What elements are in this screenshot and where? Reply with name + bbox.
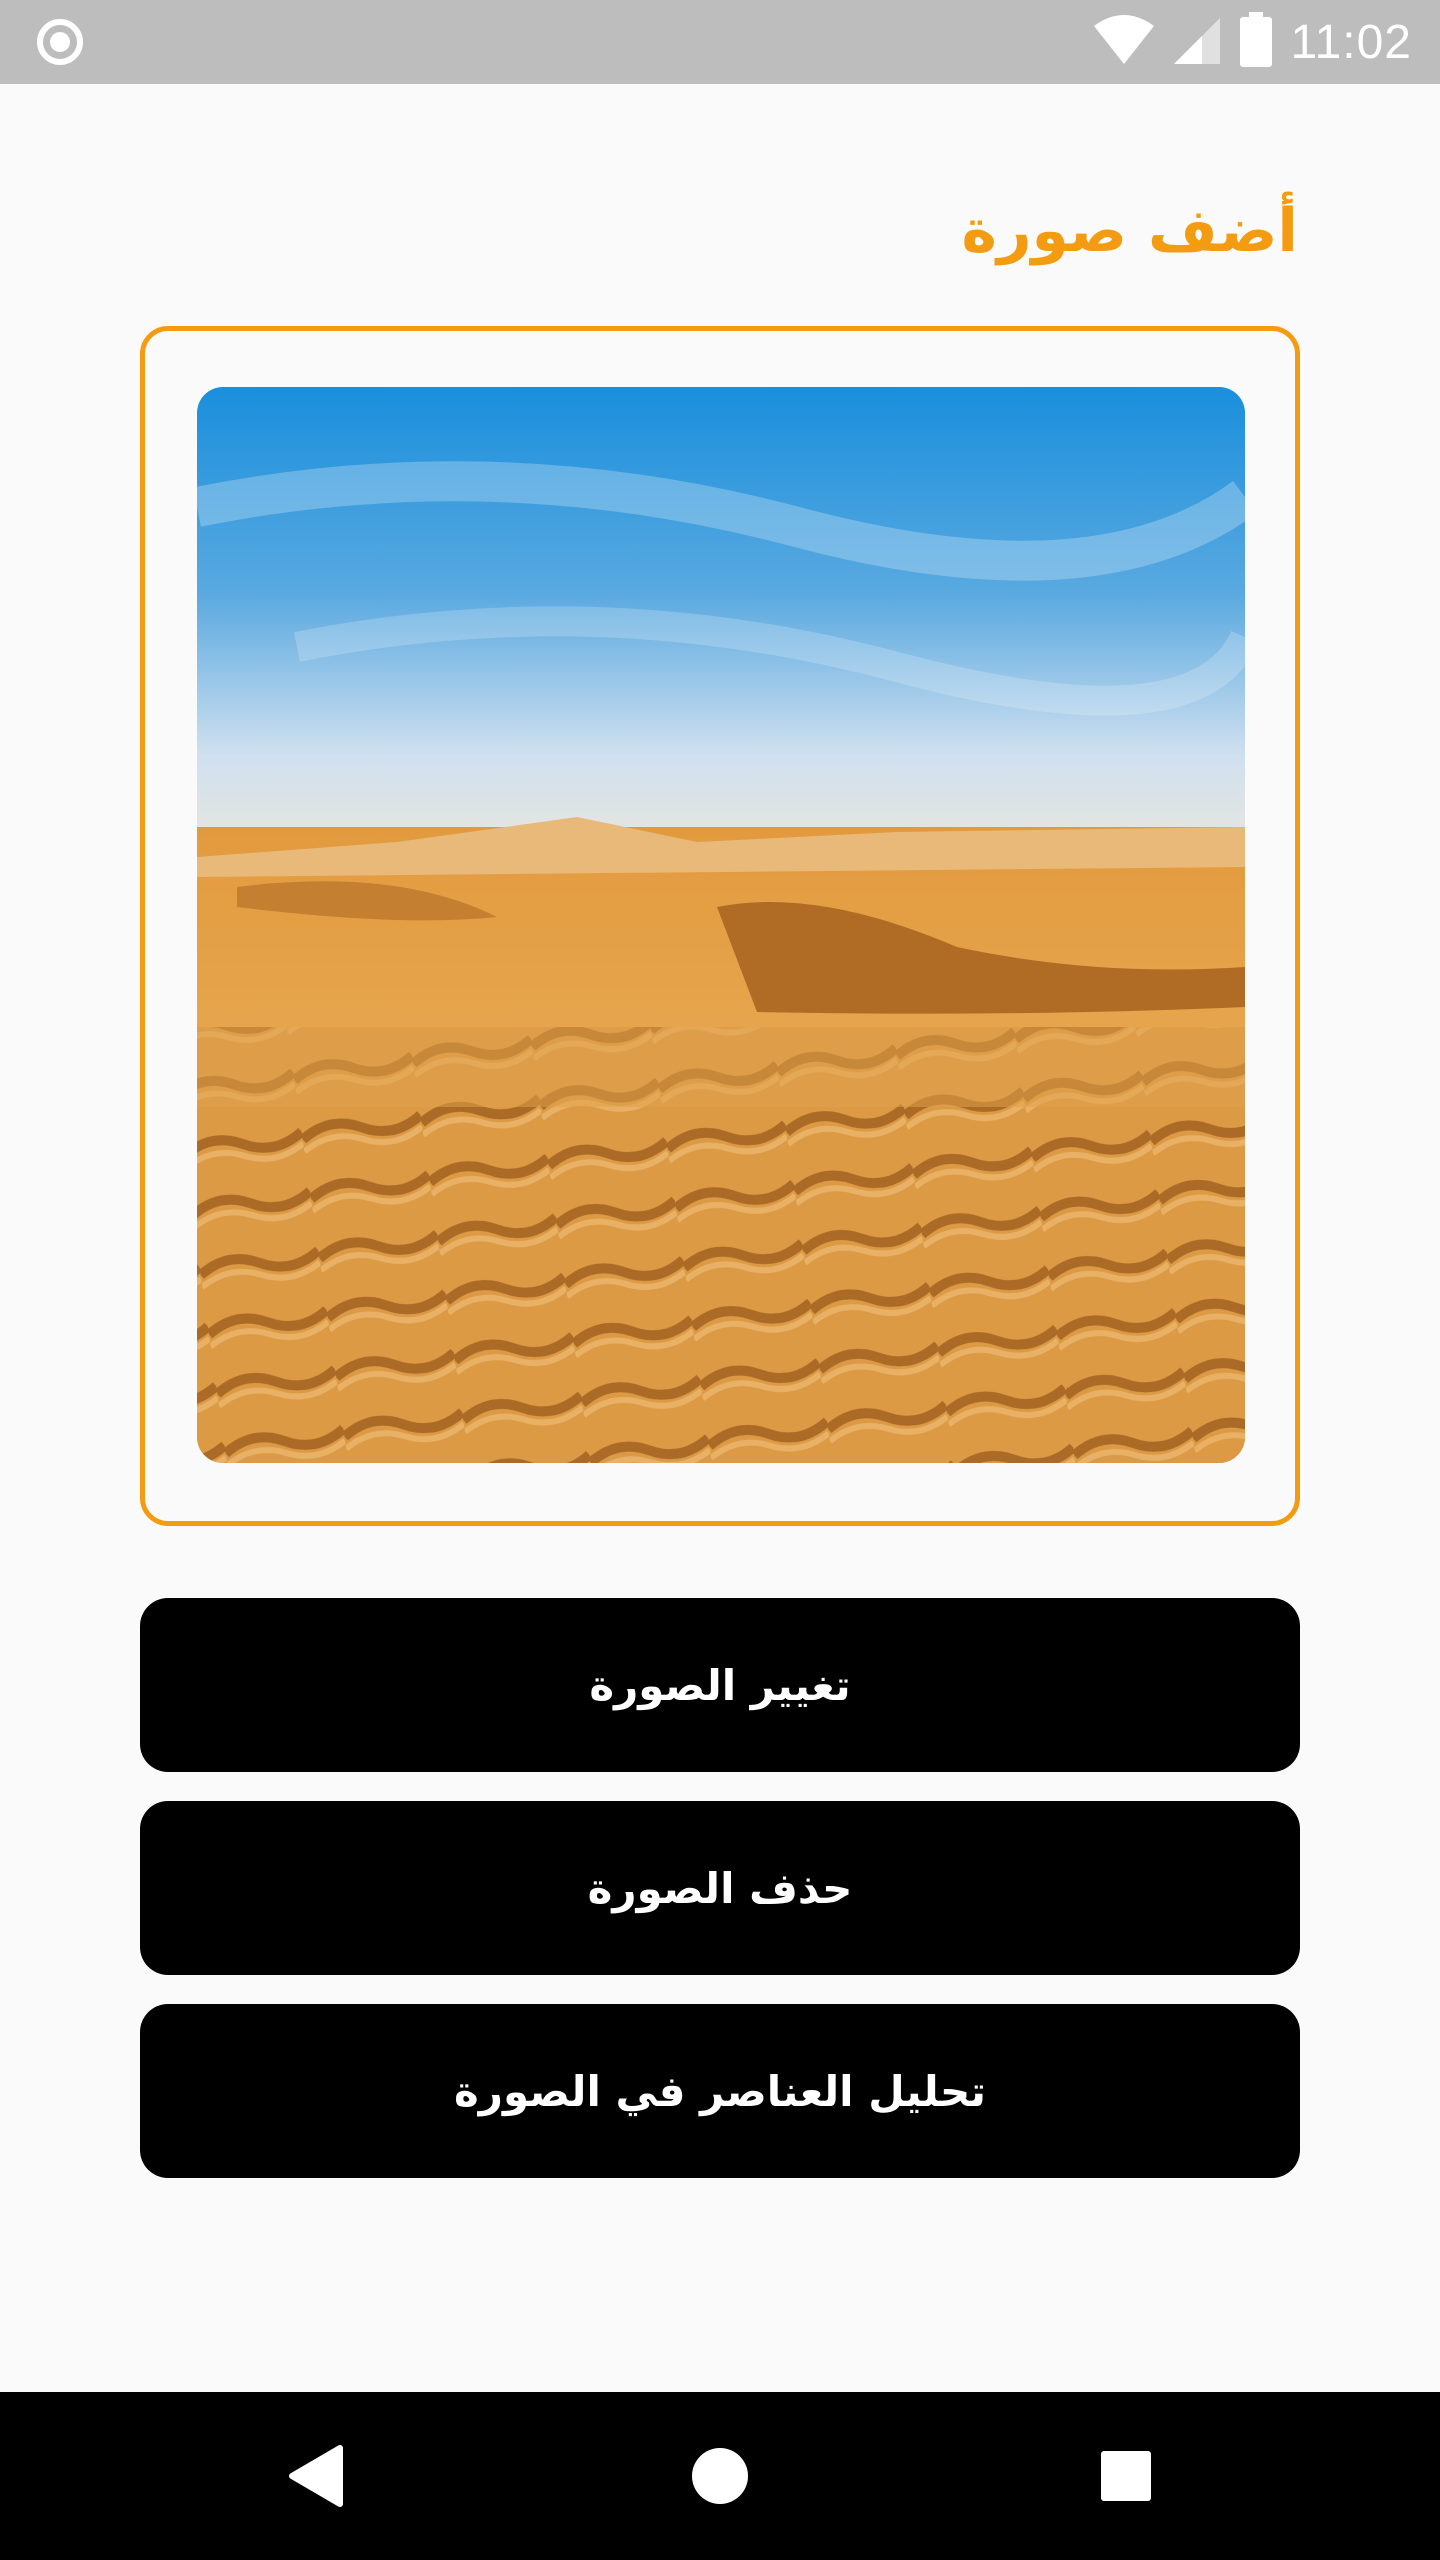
recents-icon[interactable] xyxy=(1082,2432,1170,2520)
signal-icon xyxy=(1172,14,1222,70)
page-title: أضف صورة xyxy=(961,196,1298,266)
status-bar: 11:02 xyxy=(0,0,1440,84)
navigation-bar xyxy=(0,2392,1440,2560)
desert-image xyxy=(197,387,1245,1463)
record-icon xyxy=(36,18,84,66)
battery-icon xyxy=(1238,12,1274,72)
analyze-image-button[interactable]: تحليل العناصر في الصورة xyxy=(140,2004,1300,2178)
app-screen: 11:02 أضف صورة تغيير الصورة حذف الصورة ت… xyxy=(0,0,1440,2560)
change-image-button[interactable]: تغيير الصورة xyxy=(140,1598,1300,1772)
image-frame[interactable] xyxy=(140,326,1300,1526)
home-icon[interactable] xyxy=(676,2432,764,2520)
wifi-icon xyxy=(1092,14,1156,70)
delete-image-button[interactable]: حذف الصورة xyxy=(140,1801,1300,1975)
status-time: 11:02 xyxy=(1290,15,1412,69)
back-icon[interactable] xyxy=(272,2432,360,2520)
status-indicators: 11:02 xyxy=(1092,0,1412,84)
